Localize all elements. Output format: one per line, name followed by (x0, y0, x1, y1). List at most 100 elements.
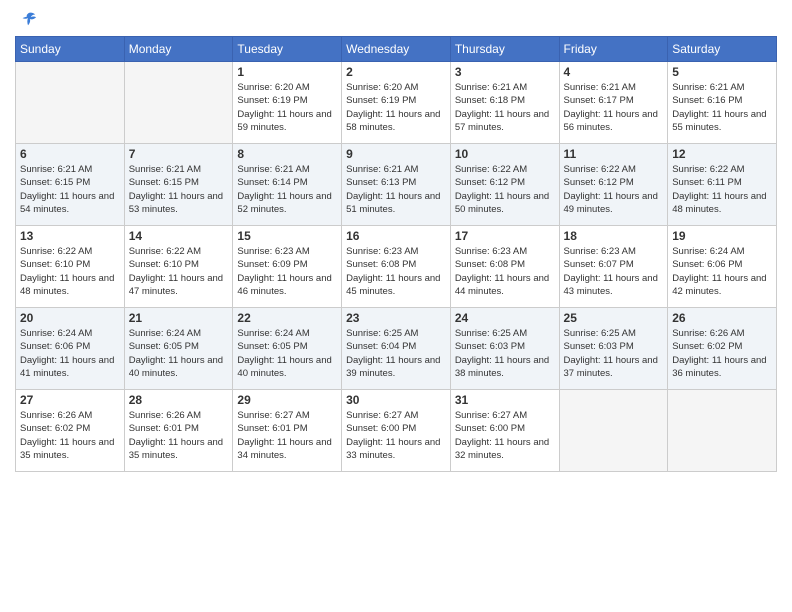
calendar-cell: 1Sunrise: 6:20 AM Sunset: 6:19 PM Daylig… (233, 62, 342, 144)
day-number: 25 (564, 311, 664, 325)
calendar-cell: 13 Sunrise: 6:22 AM Sunset: 6:10 PM Dayli… (16, 226, 125, 308)
calendar-cell: 24Sunrise: 6:25 AM Sunset: 6:03 PM Dayli… (450, 308, 559, 390)
calendar-cell: 10Sunrise: 6:22 AM Sunset: 6:12 PM Dayli… (450, 144, 559, 226)
calendar-cell: 21 Sunrise: 6:24 AM Sunset: 6:05 PM Dayli… (124, 308, 233, 390)
calendar-cell: 26 Sunrise: 6:26 AM Sunset: 6:02 PM Dayli… (668, 308, 777, 390)
calendar-cell: 19 Sunrise: 6:24 AM Sunset: 6:06 PM Dayli… (668, 226, 777, 308)
day-detail: Sunrise: 6:22 AM Sunset: 6:10 PM Dayligh… (129, 245, 229, 298)
calendar-cell: 29 Sunrise: 6:27 AM Sunset: 6:01 PM Dayli… (233, 390, 342, 472)
page: SundayMondayTuesdayWednesdayThursdayFrid… (0, 0, 792, 612)
day-detail: Sunrise: 6:25 AM Sunset: 6:03 PM Dayligh… (564, 327, 664, 380)
day-detail: Sunrise: 6:27 AM Sunset: 6:01 PM Dayligh… (237, 409, 337, 462)
calendar-cell: 23 Sunrise: 6:25 AM Sunset: 6:04 PM Dayli… (342, 308, 451, 390)
weekday-header: Monday (124, 37, 233, 62)
calendar-cell: 27Sunrise: 6:26 AM Sunset: 6:02 PM Dayli… (16, 390, 125, 472)
day-number: 26 (672, 311, 772, 325)
weekday-header: Tuesday (233, 37, 342, 62)
calendar-cell: 5 Sunrise: 6:21 AM Sunset: 6:16 PM Daylig… (668, 62, 777, 144)
day-detail: Sunrise: 6:21 AM Sunset: 6:16 PM Dayligh… (672, 81, 772, 134)
weekday-header: Thursday (450, 37, 559, 62)
day-detail: Sunrise: 6:21 AM Sunset: 6:17 PM Dayligh… (564, 81, 664, 134)
day-detail: Sunrise: 6:27 AM Sunset: 6:00 PM Dayligh… (346, 409, 446, 462)
day-detail: Sunrise: 6:22 AM Sunset: 6:11 PM Dayligh… (672, 163, 772, 216)
day-number: 5 (672, 65, 772, 79)
day-number: 3 (455, 65, 555, 79)
calendar-cell: 3Sunrise: 6:21 AM Sunset: 6:18 PM Daylig… (450, 62, 559, 144)
day-detail: Sunrise: 6:23 AM Sunset: 6:08 PM Dayligh… (346, 245, 446, 298)
day-number: 10 (455, 147, 555, 161)
day-detail: Sunrise: 6:23 AM Sunset: 6:07 PM Dayligh… (564, 245, 664, 298)
day-detail: Sunrise: 6:20 AM Sunset: 6:19 PM Dayligh… (237, 81, 337, 134)
day-number: 20 (20, 311, 120, 325)
day-number: 29 (237, 393, 337, 407)
day-number: 12 (672, 147, 772, 161)
calendar-cell: 6Sunrise: 6:21 AM Sunset: 6:15 PM Daylig… (16, 144, 125, 226)
calendar-cell: 18Sunrise: 6:23 AM Sunset: 6:07 PM Dayli… (559, 226, 668, 308)
calendar-cell: 28Sunrise: 6:26 AM Sunset: 6:01 PM Dayli… (124, 390, 233, 472)
calendar-week-row: 1Sunrise: 6:20 AM Sunset: 6:19 PM Daylig… (16, 62, 777, 144)
calendar-cell: 17 Sunrise: 6:23 AM Sunset: 6:08 PM Dayli… (450, 226, 559, 308)
calendar-cell: 22 Sunrise: 6:24 AM Sunset: 6:05 PM Dayli… (233, 308, 342, 390)
calendar-cell: 31Sunrise: 6:27 AM Sunset: 6:00 PM Dayli… (450, 390, 559, 472)
calendar-cell: 20Sunrise: 6:24 AM Sunset: 6:06 PM Dayli… (16, 308, 125, 390)
calendar-week-row: 6Sunrise: 6:21 AM Sunset: 6:15 PM Daylig… (16, 144, 777, 226)
day-detail: Sunrise: 6:25 AM Sunset: 6:04 PM Dayligh… (346, 327, 446, 380)
calendar-cell: 15Sunrise: 6:23 AM Sunset: 6:09 PM Dayli… (233, 226, 342, 308)
calendar-cell: 25 Sunrise: 6:25 AM Sunset: 6:03 PM Dayli… (559, 308, 668, 390)
calendar-cell: 12 Sunrise: 6:22 AM Sunset: 6:11 PM Dayli… (668, 144, 777, 226)
day-number: 2 (346, 65, 446, 79)
day-detail: Sunrise: 6:20 AM Sunset: 6:19 PM Dayligh… (346, 81, 446, 134)
calendar-cell: 7 Sunrise: 6:21 AM Sunset: 6:15 PM Daylig… (124, 144, 233, 226)
weekday-header: Wednesday (342, 37, 451, 62)
day-number: 14 (129, 229, 229, 243)
day-detail: Sunrise: 6:21 AM Sunset: 6:15 PM Dayligh… (20, 163, 120, 216)
day-detail: Sunrise: 6:24 AM Sunset: 6:05 PM Dayligh… (129, 327, 229, 380)
day-detail: Sunrise: 6:24 AM Sunset: 6:06 PM Dayligh… (672, 245, 772, 298)
calendar-header-row: SundayMondayTuesdayWednesdayThursdayFrid… (16, 37, 777, 62)
header (15, 10, 777, 28)
day-detail: Sunrise: 6:22 AM Sunset: 6:10 PM Dayligh… (20, 245, 120, 298)
weekday-header: Friday (559, 37, 668, 62)
day-detail: Sunrise: 6:24 AM Sunset: 6:05 PM Dayligh… (237, 327, 337, 380)
day-number: 11 (564, 147, 664, 161)
day-number: 24 (455, 311, 555, 325)
calendar-cell (16, 62, 125, 144)
calendar-cell: 9 Sunrise: 6:21 AM Sunset: 6:13 PM Daylig… (342, 144, 451, 226)
day-number: 28 (129, 393, 229, 407)
day-number: 21 (129, 311, 229, 325)
day-number: 9 (346, 147, 446, 161)
calendar-cell (559, 390, 668, 472)
calendar-cell: 8Sunrise: 6:21 AM Sunset: 6:14 PM Daylig… (233, 144, 342, 226)
day-detail: Sunrise: 6:23 AM Sunset: 6:08 PM Dayligh… (455, 245, 555, 298)
calendar-cell: 14 Sunrise: 6:22 AM Sunset: 6:10 PM Dayli… (124, 226, 233, 308)
day-number: 16 (346, 229, 446, 243)
day-detail: Sunrise: 6:21 AM Sunset: 6:14 PM Dayligh… (237, 163, 337, 216)
calendar-cell: 16 Sunrise: 6:23 AM Sunset: 6:08 PM Dayli… (342, 226, 451, 308)
day-number: 13 (20, 229, 120, 243)
day-number: 22 (237, 311, 337, 325)
calendar-cell: 11 Sunrise: 6:22 AM Sunset: 6:12 PM Dayli… (559, 144, 668, 226)
day-number: 15 (237, 229, 337, 243)
day-detail: Sunrise: 6:22 AM Sunset: 6:12 PM Dayligh… (564, 163, 664, 216)
day-detail: Sunrise: 6:21 AM Sunset: 6:15 PM Dayligh… (129, 163, 229, 216)
calendar-cell: 30 Sunrise: 6:27 AM Sunset: 6:00 PM Dayli… (342, 390, 451, 472)
day-number: 23 (346, 311, 446, 325)
day-number: 30 (346, 393, 446, 407)
day-detail: Sunrise: 6:21 AM Sunset: 6:13 PM Dayligh… (346, 163, 446, 216)
day-number: 7 (129, 147, 229, 161)
calendar-table: SundayMondayTuesdayWednesdayThursdayFrid… (15, 36, 777, 472)
day-detail: Sunrise: 6:26 AM Sunset: 6:02 PM Dayligh… (672, 327, 772, 380)
logo-bird-icon (19, 10, 37, 28)
calendar-cell (668, 390, 777, 472)
day-number: 19 (672, 229, 772, 243)
calendar-cell: 4 Sunrise: 6:21 AM Sunset: 6:17 PM Daylig… (559, 62, 668, 144)
calendar-week-row: 13 Sunrise: 6:22 AM Sunset: 6:10 PM Dayli… (16, 226, 777, 308)
day-detail: Sunrise: 6:26 AM Sunset: 6:02 PM Dayligh… (20, 409, 120, 462)
calendar-week-row: 27Sunrise: 6:26 AM Sunset: 6:02 PM Dayli… (16, 390, 777, 472)
weekday-header: Saturday (668, 37, 777, 62)
calendar-week-row: 20Sunrise: 6:24 AM Sunset: 6:06 PM Dayli… (16, 308, 777, 390)
day-number: 17 (455, 229, 555, 243)
day-number: 4 (564, 65, 664, 79)
day-detail: Sunrise: 6:27 AM Sunset: 6:00 PM Dayligh… (455, 409, 555, 462)
calendar-cell (124, 62, 233, 144)
